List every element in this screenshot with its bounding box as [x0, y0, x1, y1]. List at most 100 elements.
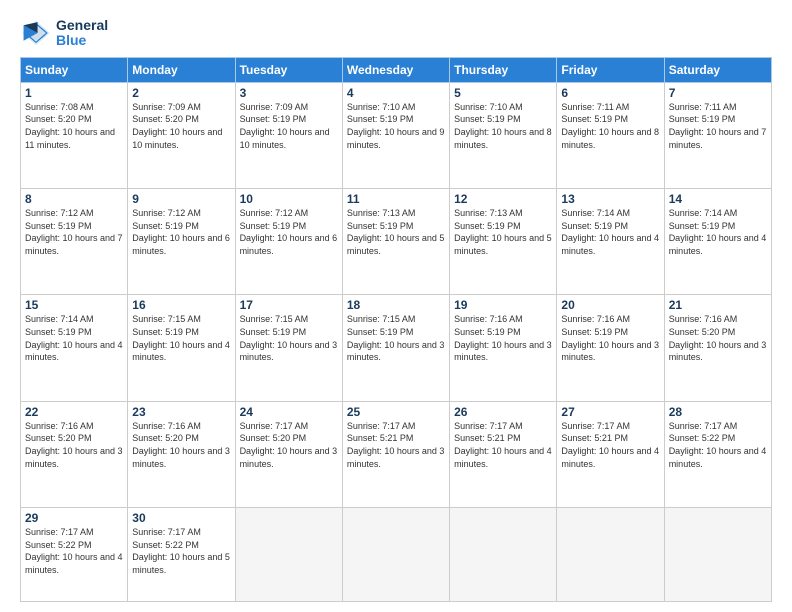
day-info: Sunrise: 7:12 AMSunset: 5:19 PMDaylight:…: [25, 207, 123, 257]
calendar-cell: 20 Sunrise: 7:16 AMSunset: 5:19 PMDaylig…: [557, 295, 664, 401]
calendar-cell: [235, 508, 342, 602]
calendar-cell: 16 Sunrise: 7:15 AMSunset: 5:19 PMDaylig…: [128, 295, 235, 401]
day-number: 20: [561, 298, 659, 312]
col-tuesday: Tuesday: [235, 57, 342, 82]
day-info: Sunrise: 7:16 AMSunset: 5:20 PMDaylight:…: [132, 420, 230, 470]
day-info: Sunrise: 7:17 AMSunset: 5:21 PMDaylight:…: [561, 420, 659, 470]
day-number: 10: [240, 192, 338, 206]
day-info: Sunrise: 7:09 AMSunset: 5:20 PMDaylight:…: [132, 101, 230, 151]
calendar-cell: 23 Sunrise: 7:16 AMSunset: 5:20 PMDaylig…: [128, 401, 235, 507]
calendar-cell: 17 Sunrise: 7:15 AMSunset: 5:19 PMDaylig…: [235, 295, 342, 401]
day-info: Sunrise: 7:15 AMSunset: 5:19 PMDaylight:…: [347, 313, 445, 363]
col-sunday: Sunday: [21, 57, 128, 82]
day-number: 19: [454, 298, 552, 312]
calendar-cell: 9 Sunrise: 7:12 AMSunset: 5:19 PMDayligh…: [128, 189, 235, 295]
day-number: 13: [561, 192, 659, 206]
day-number: 3: [240, 86, 338, 100]
day-number: 14: [669, 192, 767, 206]
day-number: 24: [240, 405, 338, 419]
day-number: 4: [347, 86, 445, 100]
calendar-cell: 18 Sunrise: 7:15 AMSunset: 5:19 PMDaylig…: [342, 295, 449, 401]
calendar-cell: 5 Sunrise: 7:10 AMSunset: 5:19 PMDayligh…: [450, 82, 557, 188]
calendar-cell: 19 Sunrise: 7:16 AMSunset: 5:19 PMDaylig…: [450, 295, 557, 401]
calendar-cell: 7 Sunrise: 7:11 AMSunset: 5:19 PMDayligh…: [664, 82, 771, 188]
day-info: Sunrise: 7:15 AMSunset: 5:19 PMDaylight:…: [240, 313, 338, 363]
day-number: 23: [132, 405, 230, 419]
col-wednesday: Wednesday: [342, 57, 449, 82]
col-thursday: Thursday: [450, 57, 557, 82]
day-info: Sunrise: 7:17 AMSunset: 5:21 PMDaylight:…: [454, 420, 552, 470]
day-info: Sunrise: 7:10 AMSunset: 5:19 PMDaylight:…: [454, 101, 552, 151]
header: General Blue: [20, 18, 772, 49]
day-number: 1: [25, 86, 123, 100]
calendar-cell: 14 Sunrise: 7:14 AMSunset: 5:19 PMDaylig…: [664, 189, 771, 295]
day-number: 28: [669, 405, 767, 419]
day-info: Sunrise: 7:17 AMSunset: 5:22 PMDaylight:…: [669, 420, 767, 470]
day-info: Sunrise: 7:17 AMSunset: 5:20 PMDaylight:…: [240, 420, 338, 470]
day-info: Sunrise: 7:10 AMSunset: 5:19 PMDaylight:…: [347, 101, 445, 151]
day-number: 30: [132, 511, 230, 525]
col-monday: Monday: [128, 57, 235, 82]
day-info: Sunrise: 7:15 AMSunset: 5:19 PMDaylight:…: [132, 313, 230, 363]
day-number: 17: [240, 298, 338, 312]
page: General Blue Sunday Monday Tuesday Wedne…: [0, 0, 792, 612]
day-number: 5: [454, 86, 552, 100]
day-info: Sunrise: 7:09 AMSunset: 5:19 PMDaylight:…: [240, 101, 338, 151]
day-number: 21: [669, 298, 767, 312]
day-info: Sunrise: 7:16 AMSunset: 5:19 PMDaylight:…: [454, 313, 552, 363]
calendar-cell: 11 Sunrise: 7:13 AMSunset: 5:19 PMDaylig…: [342, 189, 449, 295]
day-number: 11: [347, 192, 445, 206]
calendar-cell: 24 Sunrise: 7:17 AMSunset: 5:20 PMDaylig…: [235, 401, 342, 507]
day-number: 15: [25, 298, 123, 312]
calendar-cell: 1 Sunrise: 7:08 AMSunset: 5:20 PMDayligh…: [21, 82, 128, 188]
day-number: 6: [561, 86, 659, 100]
logo: General Blue: [20, 18, 108, 49]
day-info: Sunrise: 7:14 AMSunset: 5:19 PMDaylight:…: [561, 207, 659, 257]
calendar-cell: 15 Sunrise: 7:14 AMSunset: 5:19 PMDaylig…: [21, 295, 128, 401]
day-number: 16: [132, 298, 230, 312]
day-info: Sunrise: 7:11 AMSunset: 5:19 PMDaylight:…: [561, 101, 659, 151]
calendar-table: Sunday Monday Tuesday Wednesday Thursday…: [20, 57, 772, 602]
day-info: Sunrise: 7:08 AMSunset: 5:20 PMDaylight:…: [25, 101, 123, 151]
calendar-cell: [664, 508, 771, 602]
day-info: Sunrise: 7:17 AMSunset: 5:21 PMDaylight:…: [347, 420, 445, 470]
day-info: Sunrise: 7:16 AMSunset: 5:20 PMDaylight:…: [25, 420, 123, 470]
day-number: 26: [454, 405, 552, 419]
calendar-cell: 8 Sunrise: 7:12 AMSunset: 5:19 PMDayligh…: [21, 189, 128, 295]
day-info: Sunrise: 7:13 AMSunset: 5:19 PMDaylight:…: [454, 207, 552, 257]
calendar-cell: 26 Sunrise: 7:17 AMSunset: 5:21 PMDaylig…: [450, 401, 557, 507]
calendar-cell: [557, 508, 664, 602]
day-info: Sunrise: 7:12 AMSunset: 5:19 PMDaylight:…: [240, 207, 338, 257]
day-number: 29: [25, 511, 123, 525]
calendar-cell: 13 Sunrise: 7:14 AMSunset: 5:19 PMDaylig…: [557, 189, 664, 295]
day-number: 2: [132, 86, 230, 100]
day-number: 25: [347, 405, 445, 419]
day-info: Sunrise: 7:17 AMSunset: 5:22 PMDaylight:…: [25, 526, 123, 576]
logo-icon: [20, 19, 52, 47]
day-number: 22: [25, 405, 123, 419]
day-number: 27: [561, 405, 659, 419]
calendar-cell: 27 Sunrise: 7:17 AMSunset: 5:21 PMDaylig…: [557, 401, 664, 507]
day-info: Sunrise: 7:17 AMSunset: 5:22 PMDaylight:…: [132, 526, 230, 576]
day-info: Sunrise: 7:11 AMSunset: 5:19 PMDaylight:…: [669, 101, 767, 151]
calendar-cell: 2 Sunrise: 7:09 AMSunset: 5:20 PMDayligh…: [128, 82, 235, 188]
day-info: Sunrise: 7:16 AMSunset: 5:20 PMDaylight:…: [669, 313, 767, 363]
day-number: 7: [669, 86, 767, 100]
calendar-cell: 22 Sunrise: 7:16 AMSunset: 5:20 PMDaylig…: [21, 401, 128, 507]
day-number: 12: [454, 192, 552, 206]
logo-text: General Blue: [56, 18, 108, 49]
day-info: Sunrise: 7:14 AMSunset: 5:19 PMDaylight:…: [669, 207, 767, 257]
day-info: Sunrise: 7:14 AMSunset: 5:19 PMDaylight:…: [25, 313, 123, 363]
col-saturday: Saturday: [664, 57, 771, 82]
calendar-cell: [342, 508, 449, 602]
calendar-cell: 30 Sunrise: 7:17 AMSunset: 5:22 PMDaylig…: [128, 508, 235, 602]
calendar-cell: 29 Sunrise: 7:17 AMSunset: 5:22 PMDaylig…: [21, 508, 128, 602]
calendar-cell: 6 Sunrise: 7:11 AMSunset: 5:19 PMDayligh…: [557, 82, 664, 188]
col-friday: Friday: [557, 57, 664, 82]
calendar-header-row: Sunday Monday Tuesday Wednesday Thursday…: [21, 57, 772, 82]
day-info: Sunrise: 7:13 AMSunset: 5:19 PMDaylight:…: [347, 207, 445, 257]
day-number: 8: [25, 192, 123, 206]
calendar-cell: 3 Sunrise: 7:09 AMSunset: 5:19 PMDayligh…: [235, 82, 342, 188]
day-info: Sunrise: 7:16 AMSunset: 5:19 PMDaylight:…: [561, 313, 659, 363]
calendar-cell: 4 Sunrise: 7:10 AMSunset: 5:19 PMDayligh…: [342, 82, 449, 188]
